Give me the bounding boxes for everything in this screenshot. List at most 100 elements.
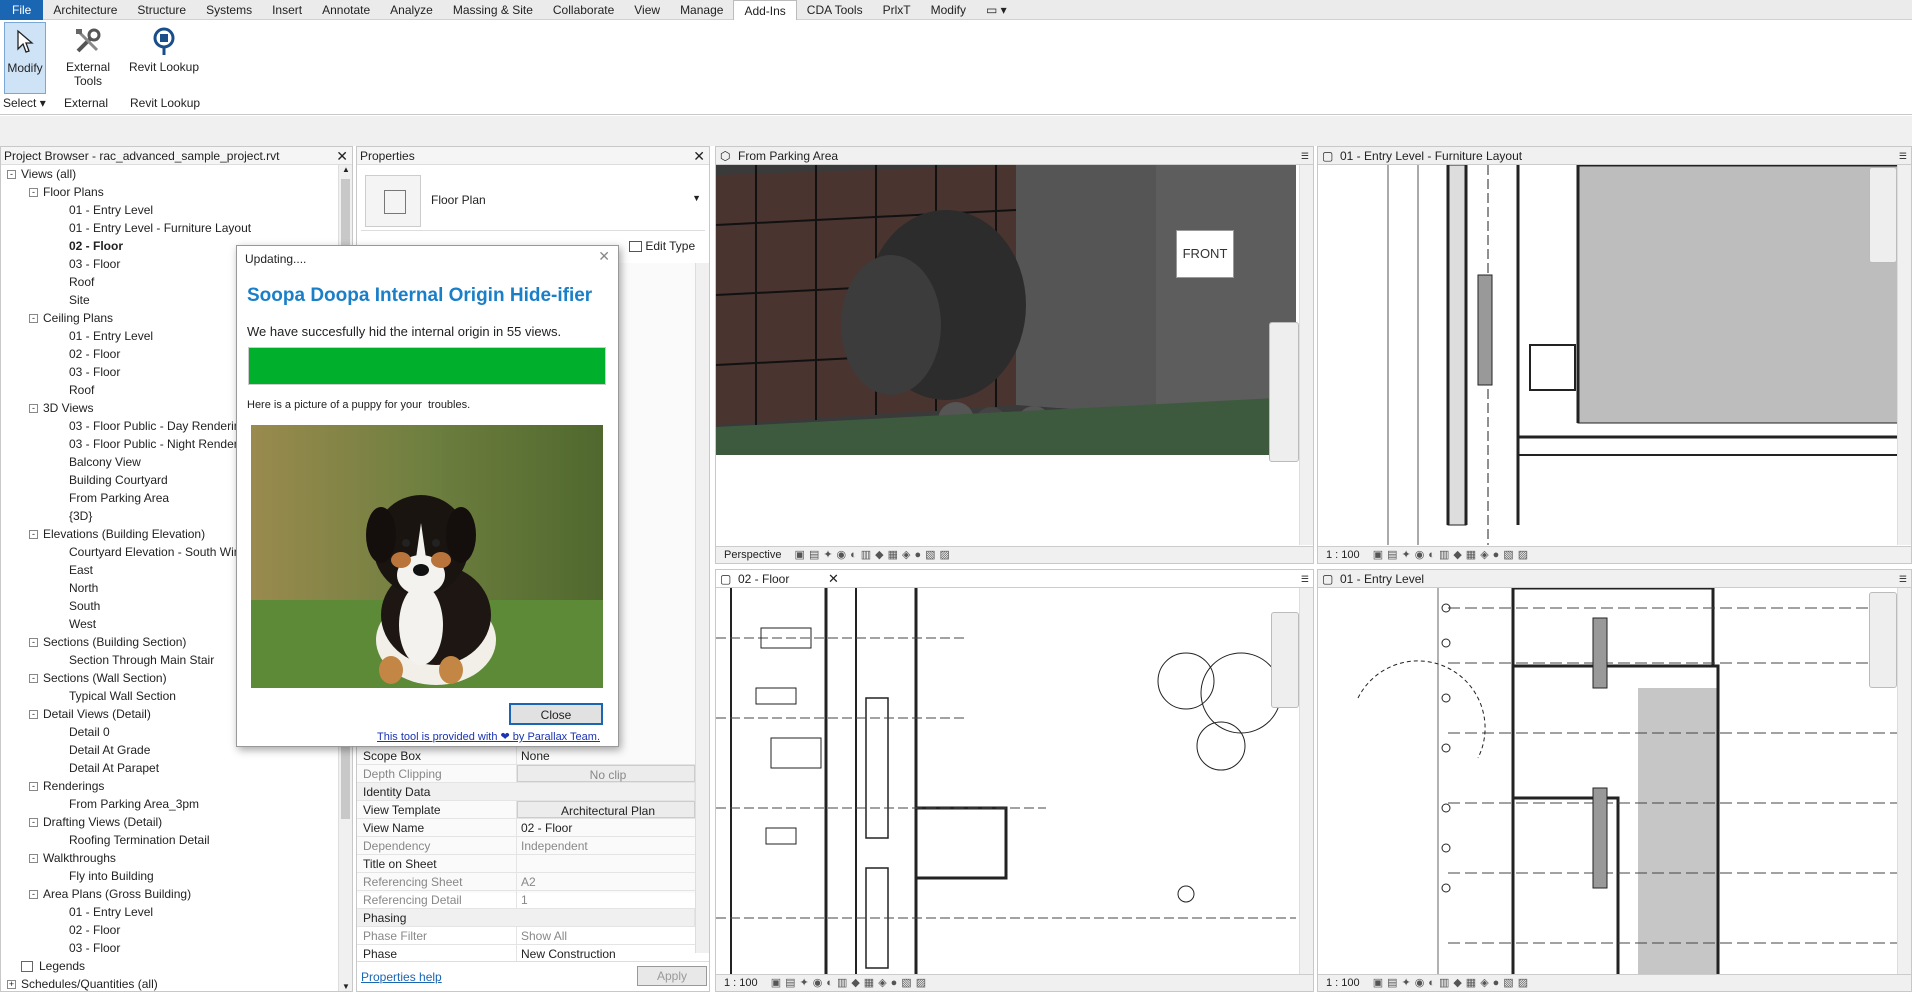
navigation-bar[interactable] [1269, 322, 1299, 462]
navigation-wheel[interactable] [1869, 592, 1897, 688]
property-row[interactable]: Phase Filter Show All [357, 927, 695, 945]
rendered-perspective-view[interactable]: FRONT [716, 165, 1296, 455]
menu-item-prlxt[interactable]: PrlxT [873, 0, 921, 20]
tree-item[interactable]: 01 - Entry Level - Furniture Layout [1, 219, 338, 237]
view-scrollbar[interactable] [1299, 165, 1313, 545]
menu-item-systems[interactable]: Systems [196, 0, 262, 20]
menu-item-structure[interactable]: Structure [127, 0, 196, 20]
external-tools-button[interactable]: External Tools [62, 22, 114, 94]
tree-item[interactable]: Detail At Parapet [1, 759, 338, 777]
property-row[interactable]: Referencing Detail 1 [357, 891, 695, 909]
close-icon[interactable]: ✕ [336, 147, 348, 165]
tree-item[interactable]: 03 - Floor [1, 939, 338, 957]
properties-scrollbar[interactable] [695, 263, 709, 953]
view-control-icons[interactable]: ▣▤✦◉◐▥◆▦◈●▧▨ [1373, 977, 1532, 989]
scroll-up-icon[interactable]: ▲ [342, 165, 350, 174]
tree-item[interactable]: - Walkthroughs [1, 849, 338, 867]
menu-item-massing-site[interactable]: Massing & Site [443, 0, 543, 20]
chevron-down-icon[interactable]: ▼ [692, 193, 701, 203]
menu-item-manage[interactable]: Manage [670, 0, 733, 20]
view-control-icons[interactable]: ▣▤✦◉◐▥◆▦◈●▧▨ [771, 977, 930, 989]
tree-item[interactable]: 02 - Floor [1, 921, 338, 939]
expand-icon[interactable]: + [7, 980, 16, 990]
menu-item-file[interactable]: File [0, 0, 44, 20]
collapse-icon[interactable]: - [29, 782, 38, 792]
collapse-icon[interactable]: - [29, 188, 38, 198]
property-value[interactable]: 02 - Floor [517, 819, 695, 836]
collapse-icon[interactable]: - [29, 818, 38, 828]
modify-button[interactable]: Modify [4, 22, 46, 94]
menu-item-collaborate[interactable]: Collaborate [543, 0, 624, 20]
scroll-down-icon[interactable]: ▼ [342, 982, 350, 991]
view-menu-icon[interactable]: ☰ [1301, 570, 1309, 588]
property-value[interactable]: No clip [517, 765, 695, 782]
tree-item[interactable]: - Area Plans (Gross Building) [1, 885, 338, 903]
tree-item[interactable]: Roofing Termination Detail [1, 831, 338, 849]
floor-plan-canvas[interactable] [1318, 586, 1898, 974]
navigation-wheel[interactable] [1271, 612, 1299, 708]
select-group-label[interactable]: Select ▾ [3, 96, 46, 110]
close-icon[interactable]: ✕ [693, 147, 705, 165]
property-row[interactable]: Depth Clipping No clip [357, 765, 695, 783]
view-control-icons[interactable]: ▣▤✦◉◐▥◆▦◈●▧▨ [795, 549, 954, 561]
close-button[interactable]: Close [509, 703, 603, 725]
menu-item-modify[interactable]: Modify [921, 0, 976, 20]
property-section[interactable]: Identity Data [357, 783, 695, 801]
view-scrollbar[interactable] [1299, 588, 1313, 974]
property-value[interactable]: Independent [517, 837, 695, 854]
collapse-icon[interactable]: - [29, 314, 38, 324]
property-value[interactable]: None [517, 747, 695, 764]
property-value[interactable]: New Construction [517, 945, 695, 962]
property-value[interactable]: 1 [517, 891, 695, 908]
view-control-icons[interactable]: ▣▤✦◉◐▥◆▦◈●▧▨ [1373, 549, 1532, 561]
view-scrollbar[interactable] [1897, 165, 1911, 545]
view-menu-icon[interactable]: ☰ [1899, 570, 1907, 588]
revit-lookup-button[interactable]: Revit Lookup [128, 22, 200, 94]
collapse-icon[interactable]: - [29, 638, 38, 648]
view-cube[interactable]: FRONT [1176, 230, 1234, 278]
menu-item-annotate[interactable]: Annotate [312, 0, 380, 20]
apply-button[interactable]: Apply [637, 966, 707, 986]
tree-item[interactable]: + Schedules/Quantities (all) [1, 975, 338, 991]
tree-item[interactable]: - Views (all) [1, 165, 338, 183]
property-row[interactable]: Dependency Independent [357, 837, 695, 855]
quick-access-dropdown-icon[interactable]: ▭ ▾ [976, 0, 1017, 20]
collapse-icon[interactable]: - [29, 710, 38, 720]
navigation-wheel[interactable] [1869, 167, 1897, 263]
tree-item[interactable]: 01 - Entry Level [1, 903, 338, 921]
parallax-link[interactable]: This tool is provided with ❤ by Parallax… [377, 730, 600, 743]
properties-help-link[interactable]: Properties help [361, 970, 442, 984]
floor-plan-canvas[interactable] [1318, 163, 1899, 545]
tree-item[interactable]: From Parking Area_3pm [1, 795, 338, 813]
tree-item[interactable]: - Floor Plans [1, 183, 338, 201]
floor-plan-canvas[interactable] [716, 588, 1296, 974]
menu-item-cda-tools[interactable]: CDA Tools [797, 0, 873, 20]
collapse-icon[interactable]: - [29, 404, 38, 414]
collapse-icon[interactable]: - [29, 854, 38, 864]
menu-item-insert[interactable]: Insert [262, 0, 312, 20]
property-value[interactable]: Show All [517, 927, 695, 944]
view-scrollbar[interactable] [1897, 588, 1911, 974]
property-row[interactable]: View Name 02 - Floor [357, 819, 695, 837]
collapse-icon[interactable]: - [29, 890, 38, 900]
edit-type-button[interactable]: Edit Type [629, 239, 709, 257]
collapse-icon[interactable]: - [7, 170, 16, 180]
property-row[interactable]: View Template Architectural Plan [357, 801, 695, 819]
menu-item-add-ins[interactable]: Add-Ins [733, 0, 797, 20]
view-menu-icon[interactable]: ☰ [1301, 147, 1309, 165]
tree-item[interactable]: 01 - Entry Level [1, 201, 338, 219]
close-icon[interactable]: ✕ [598, 248, 610, 265]
menu-item-architecture[interactable]: Architecture [43, 0, 127, 20]
menu-item-view[interactable]: View [624, 0, 670, 20]
view-menu-icon[interactable]: ☰ [1899, 147, 1907, 165]
tree-item[interactable]: Legends [1, 957, 338, 975]
property-row[interactable]: Referencing Sheet A2 [357, 873, 695, 891]
collapse-icon[interactable]: - [29, 674, 38, 684]
tree-item[interactable]: Fly into Building [1, 867, 338, 885]
property-value[interactable]: Architectural Plan [517, 801, 695, 818]
tree-item[interactable]: - Drafting Views (Detail) [1, 813, 338, 831]
menu-item-analyze[interactable]: Analyze [380, 0, 443, 20]
property-row[interactable]: Title on Sheet [357, 855, 695, 873]
tree-item[interactable]: - Renderings [1, 777, 338, 795]
property-row[interactable]: Scope Box None [357, 747, 695, 765]
